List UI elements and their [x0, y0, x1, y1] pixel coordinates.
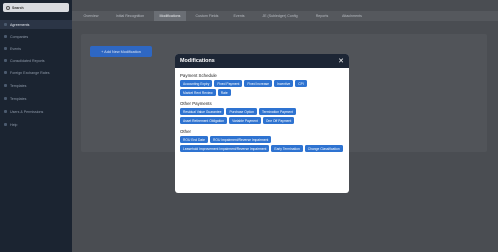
option-purchase-option[interactable]: Purchase Option — [226, 108, 257, 115]
help-icon — [4, 123, 7, 126]
modal-title: Modifications — [180, 58, 215, 64]
option-termination-payment[interactable]: Termination Payment — [259, 108, 296, 115]
option-rou-end-date[interactable]: ROU End Date — [180, 136, 208, 143]
modifications-modal: Modifications ✕ Payment Schedule Account… — [175, 54, 349, 193]
tab-bar: Overview Initial Recognition Modificatio… — [72, 11, 498, 21]
sidebar-item-companies[interactable]: Companies — [0, 32, 72, 41]
option-rate[interactable]: Rate — [217, 89, 231, 96]
sidebar-item-label: Foreign Exchange Rates — [10, 70, 50, 75]
add-modification-button[interactable]: + Add New Modification — [90, 46, 152, 57]
modal-header: Modifications ✕ — [175, 54, 349, 68]
tab-initial-recognition[interactable]: Initial Recognition — [108, 11, 152, 21]
sidebar-search[interactable]: Search — [3, 3, 69, 12]
close-icon[interactable]: ✕ — [338, 58, 344, 65]
other-options: ROU End Date ROU Impairment/Reverse Impa… — [180, 136, 344, 152]
search-icon — [6, 5, 10, 10]
option-fixed-increase[interactable]: Fixed Increase — [244, 80, 273, 87]
template-icon — [4, 84, 7, 87]
option-asset-retirement-obligation[interactable]: Asset Retirement Obligation — [180, 117, 228, 124]
tab-reports[interactable]: Reports — [310, 11, 334, 21]
section-title-other-payments: Other Payments — [180, 101, 212, 106]
tab-je-config[interactable]: JE (Subledger) Config — [252, 11, 308, 21]
option-early-termination[interactable]: Early Termination — [271, 145, 303, 152]
events-icon — [4, 47, 7, 50]
sidebar-item-label: Companies — [10, 34, 29, 39]
sidebar-item-fx-rates[interactable]: Foreign Exchange Rates — [0, 68, 72, 77]
sidebar-item-consolidated-reports[interactable]: Consolidated Reports — [0, 56, 72, 65]
sidebar-item-users[interactable]: Users & Permissions — [0, 107, 72, 116]
tab-overview[interactable]: Overview — [76, 11, 106, 21]
sidebar-item-label: Agreements — [10, 22, 30, 27]
agreements-icon — [4, 23, 7, 26]
sidebar-item-templates-2[interactable]: Templates — [0, 94, 72, 103]
sidebar-item-label: Consolidated Reports — [10, 58, 45, 63]
option-incentive[interactable]: Incentive — [274, 80, 294, 87]
sidebar: Search Agreements Companies Events Conso… — [0, 0, 72, 252]
sidebar-item-events[interactable]: Events — [0, 44, 72, 53]
option-change-classification[interactable]: Change Classification — [304, 145, 343, 152]
other-payments-options: Residual Value Guarantee Purchase Option… — [180, 108, 344, 124]
option-cpi[interactable]: CPI — [295, 80, 307, 87]
companies-icon — [4, 35, 7, 38]
template-icon — [4, 97, 7, 100]
exchange-icon — [4, 71, 7, 74]
tab-events[interactable]: Events — [228, 11, 250, 21]
sidebar-item-label: Templates — [10, 96, 27, 101]
sidebar-item-label: Help — [10, 122, 18, 127]
option-rou-impairment[interactable]: ROU Impairment/Reverse Impairment — [210, 136, 272, 143]
option-accounting-expiry[interactable]: Accounting Expiry — [180, 80, 213, 87]
option-fixed-payment[interactable]: Fixed Payment — [214, 80, 243, 87]
sidebar-item-label: Users & Permissions — [10, 109, 44, 114]
sidebar-item-label: Templates — [10, 83, 27, 88]
option-variable-payment[interactable]: Variable Payment — [229, 117, 261, 124]
payment-schedule-options: Accounting Expiry Fixed Payment Fixed In… — [180, 80, 344, 96]
section-title-payment-schedule: Payment Schedule — [180, 73, 217, 78]
tab-modifications[interactable]: Modifications — [154, 11, 186, 21]
sidebar-item-agreements[interactable]: Agreements — [0, 20, 72, 29]
users-icon — [4, 110, 7, 113]
option-leasehold-improvement-impairment[interactable]: Leasehold Improvement Impairment/Reverse… — [180, 145, 270, 152]
option-market-rent-review[interactable]: Market Rent Review — [180, 89, 216, 96]
section-title-other: Other — [180, 129, 191, 134]
sidebar-search-label: Search — [12, 5, 24, 10]
option-one-off-payment[interactable]: One Off Payment — [262, 117, 295, 124]
modal-body: Payment Schedule Accounting Expiry Fixed… — [175, 68, 349, 152]
sidebar-item-templates[interactable]: Templates — [0, 81, 72, 90]
reports-icon — [4, 59, 7, 62]
tab-attachments[interactable]: Attachments — [336, 11, 368, 21]
sidebar-item-help[interactable]: Help — [0, 120, 72, 129]
tab-custom-fields[interactable]: Custom Fields — [190, 11, 224, 21]
option-residual-value-guarantee[interactable]: Residual Value Guarantee — [180, 108, 225, 115]
sidebar-item-label: Events — [10, 46, 21, 51]
